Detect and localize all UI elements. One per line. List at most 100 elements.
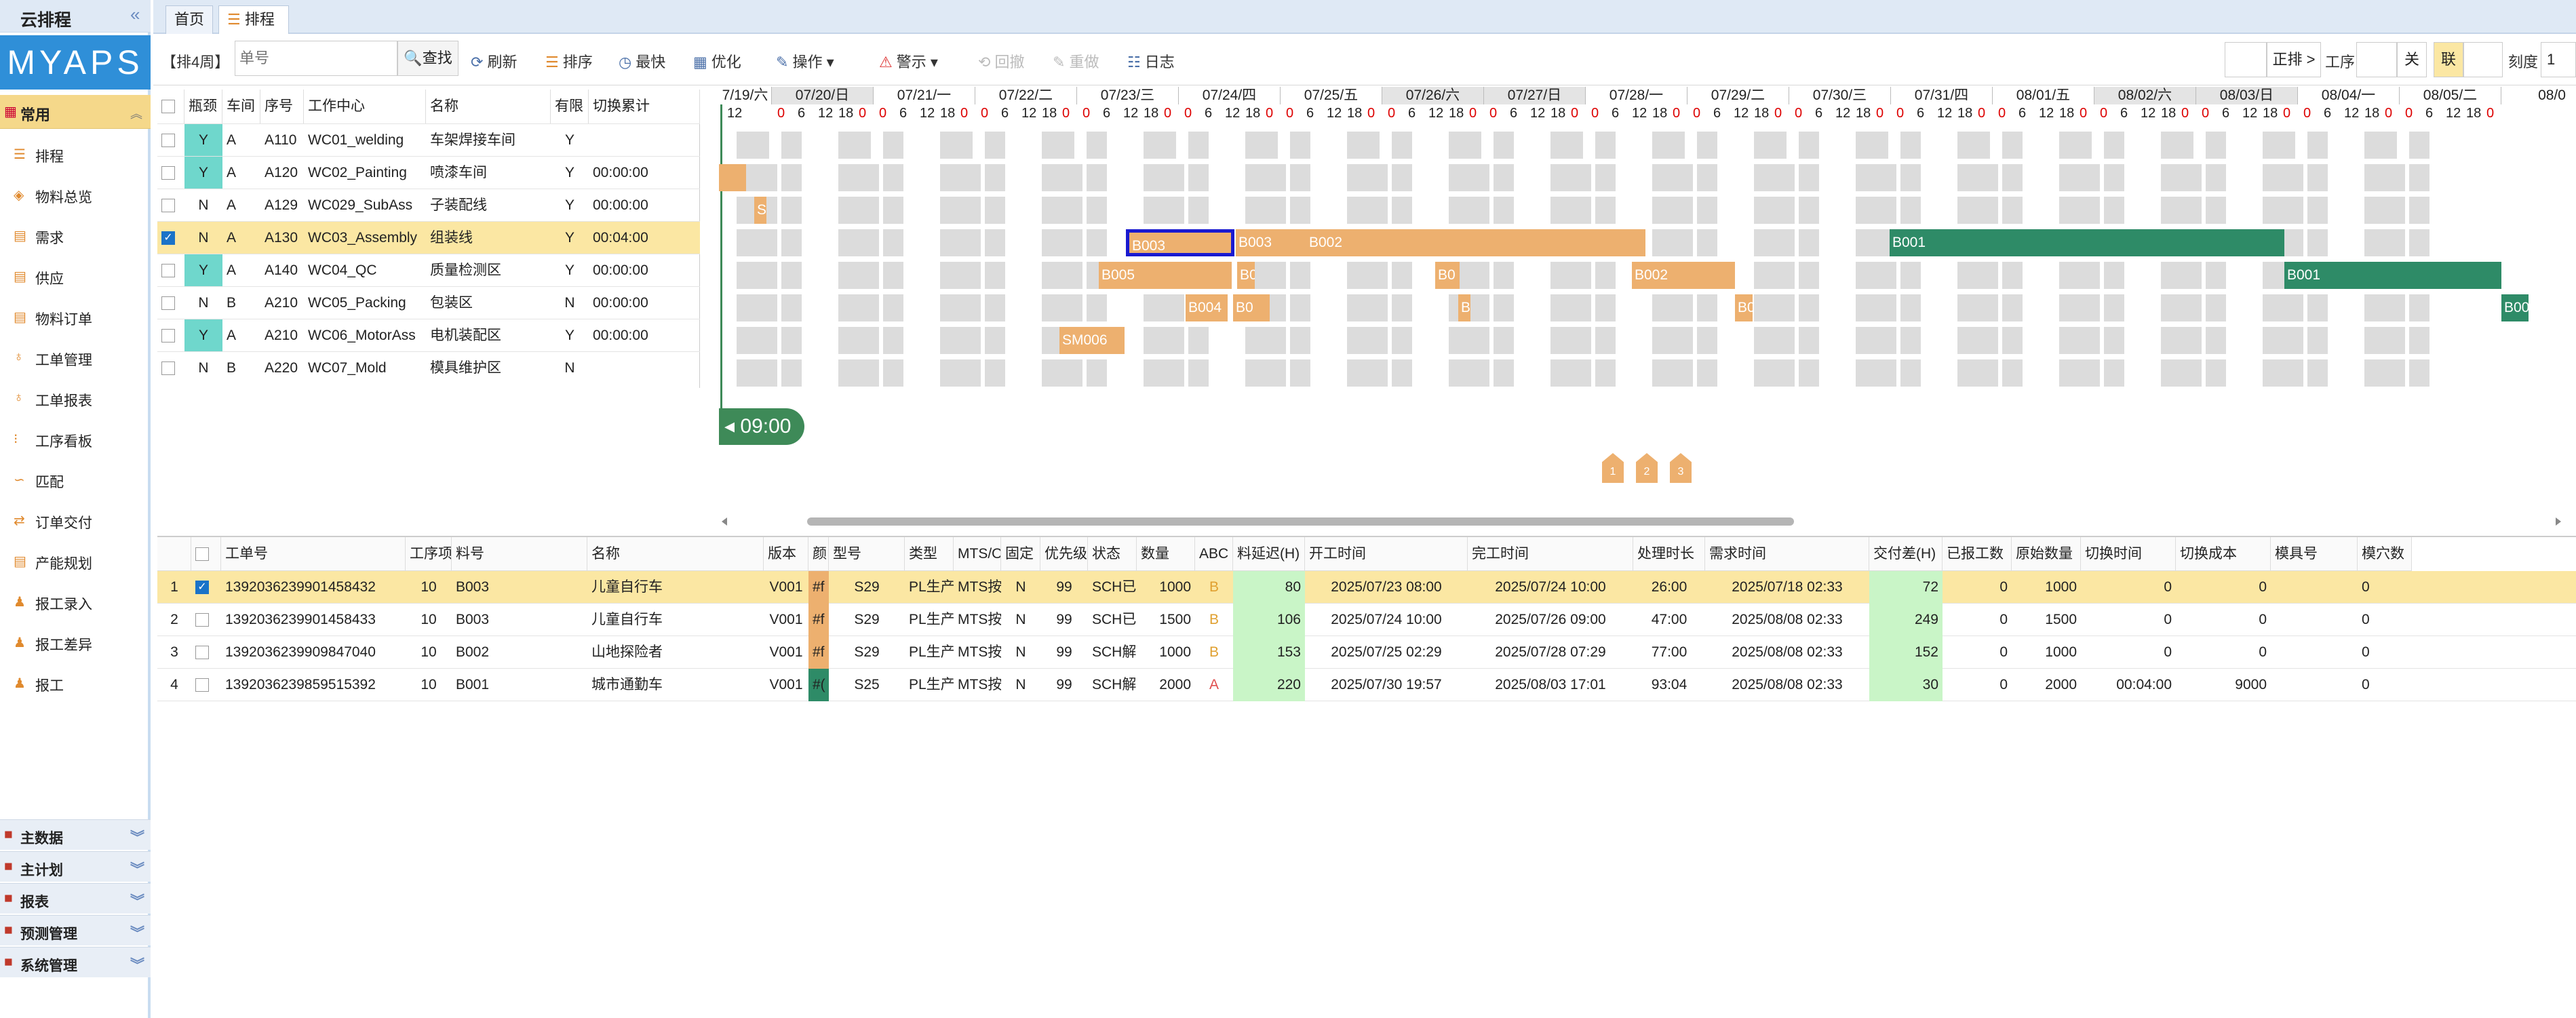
- refresh-button[interactable]: ⟳ 刷新: [471, 50, 517, 72]
- row-checkbox-cell[interactable]: ✓: [157, 222, 184, 254]
- order-header[interactable]: 交付差(H): [1869, 537, 1943, 571]
- scroll-right-icon[interactable]: [2556, 517, 2561, 526]
- order-row-checkbox[interactable]: ✓: [195, 581, 209, 595]
- tab-schedule[interactable]: ☰ 排程 ×: [218, 5, 289, 54]
- order-header[interactable]: 已报工数: [1943, 537, 2012, 571]
- select-all-checkbox-cell[interactable]: [157, 90, 184, 123]
- resource-header[interactable]: 切换累计: [589, 90, 700, 123]
- forward-schedule-button[interactable]: 正排 >: [2267, 42, 2321, 77]
- sidebar-item-12[interactable]: ♟ 报工差异: [0, 621, 151, 662]
- order-header[interactable]: 类型: [905, 537, 954, 571]
- order-cell-cb[interactable]: [191, 669, 221, 701]
- fastest-button[interactable]: ◷ 最快: [619, 50, 665, 72]
- order-header[interactable]: 数量: [1137, 537, 1195, 571]
- order-header[interactable]: 需求时间: [1705, 537, 1869, 571]
- gantt-bar[interactable]: B: [1458, 294, 1470, 321]
- row-checkbox[interactable]: [161, 134, 175, 148]
- row-checkbox[interactable]: [161, 329, 175, 343]
- order-header[interactable]: 料延迟(H): [1233, 537, 1305, 571]
- resource-header[interactable]: 名称: [426, 90, 551, 123]
- row-checkbox-cell[interactable]: [157, 189, 184, 222]
- order-row[interactable]: 1 ✓ 1392036239901458432 10 B003 儿童自行车 V001 #f S2…: [157, 571, 2576, 604]
- order-header[interactable]: 切换时间: [2081, 537, 2176, 571]
- sidebar-group-3[interactable]: ■ 预测管理 ︾: [0, 915, 151, 945]
- sidebar-item-9[interactable]: ⇄ 订单交付: [0, 499, 151, 540]
- sidebar-item-8[interactable]: ∽ 匹配: [0, 458, 151, 499]
- resource-row[interactable]: Y A A210 WC06_MotorAss 电机装配区 Y 00:00:00: [157, 319, 700, 352]
- order-header[interactable]: 完工时间: [1468, 537, 1633, 571]
- resource-header[interactable]: 序号: [260, 90, 304, 123]
- order-header[interactable]: 料号: [452, 537, 587, 571]
- sidebar-item-2[interactable]: ▤ 需求: [0, 214, 151, 255]
- resource-row[interactable]: Y A A140 WC04_QC 质量检测区 Y 00:00:00: [157, 254, 700, 287]
- gantt-bar[interactable]: B0: [1735, 294, 1753, 321]
- gantt-bar[interactable]: B003: [1126, 229, 1234, 256]
- select-all-orders-cell[interactable]: [191, 537, 221, 571]
- select-all-checkbox[interactable]: [161, 100, 175, 114]
- link-input[interactable]: [2463, 42, 2503, 77]
- gantt-scrollbar[interactable]: [719, 514, 2564, 529]
- order-row[interactable]: 2 1392036239901458433 10 B003 儿童自行车 V001 #f S29…: [157, 604, 2576, 636]
- proc-input[interactable]: [2356, 42, 2397, 77]
- row-checkbox-cell[interactable]: [157, 254, 184, 287]
- sidebar-item-10[interactable]: ▤ 产能规划: [0, 540, 151, 581]
- sidebar-item-4[interactable]: ▤ 物料订单: [0, 296, 151, 336]
- sidebar-item-6[interactable]: ♁ 工单报表: [0, 377, 151, 418]
- sidebar-group-4[interactable]: ■ 系统管理 ︾: [0, 947, 151, 977]
- redo-button[interactable]: ✎ 重做: [1053, 50, 1099, 72]
- resource-row[interactable]: Y A A120 WC02_Painting 喷漆车间 Y 00:00:00: [157, 156, 700, 189]
- order-header[interactable]: 名称: [587, 537, 764, 571]
- range-label[interactable]: 【排4周】: [161, 50, 229, 72]
- forward-value-input[interactable]: [2225, 42, 2267, 77]
- resource-header[interactable]: 瓶颈: [184, 90, 222, 123]
- order-header[interactable]: ABC: [1195, 537, 1233, 571]
- log-button[interactable]: ☷ 日志: [1127, 50, 1175, 72]
- order-header[interactable]: 开工时间: [1305, 537, 1468, 571]
- row-checkbox[interactable]: ✓: [161, 231, 175, 246]
- gantt-bar[interactable]: B004: [1186, 294, 1228, 321]
- resource-row[interactable]: Y A A110 WC01_welding 车架焊接车间 Y: [157, 123, 700, 157]
- gantt-bar[interactable]: SM006: [1059, 327, 1125, 354]
- order-row[interactable]: 4 1392036239859515392 10 B001 城市通勤车 V001 #(S25…: [157, 669, 2576, 701]
- sidebar-item-0[interactable]: ☰ 排程: [0, 133, 151, 174]
- resource-header[interactable]: 有限: [551, 90, 589, 123]
- order-header[interactable]: 状态: [1088, 537, 1137, 571]
- gantt-bar[interactable]: B0: [1233, 294, 1270, 321]
- order-header[interactable]: 优先级: [1040, 537, 1088, 571]
- sidebar-group-0[interactable]: ■ 主数据 ︾: [0, 819, 151, 850]
- resource-row[interactable]: ✓ N A A130 WC03_Assembly 组装线 Y 00:04:00: [157, 221, 700, 254]
- collapse-sidebar-icon[interactable]: «: [130, 4, 140, 25]
- order-header[interactable]: 工序项: [406, 537, 452, 571]
- optimize-button[interactable]: ▦ 优化: [693, 50, 741, 72]
- gantt-bar[interactable]: B0: [1237, 262, 1255, 289]
- row-checkbox[interactable]: [161, 361, 175, 376]
- search-input[interactable]: [235, 41, 397, 76]
- gantt-bar[interactable]: B002: [1306, 229, 1645, 256]
- select-all-orders-checkbox[interactable]: [195, 547, 209, 562]
- row-checkbox[interactable]: [161, 199, 175, 213]
- sidebar-group-common[interactable]: ▦ 常用 ︽: [0, 95, 151, 129]
- gantt-bar[interactable]: B005: [1099, 262, 1232, 289]
- row-checkbox[interactable]: [161, 264, 175, 278]
- order-header[interactable]: 模穴数: [2358, 537, 2412, 571]
- order-row-checkbox[interactable]: [195, 678, 209, 692]
- row-checkbox[interactable]: [161, 166, 175, 180]
- gantt-bar[interactable]: [719, 164, 746, 191]
- sidebar-item-11[interactable]: ♟ 报工录入: [0, 581, 151, 621]
- gantt-bar[interactable]: S: [754, 197, 766, 224]
- sidebar-item-13[interactable]: ♟ 报工: [0, 662, 151, 703]
- warn-dropdown[interactable]: ⚠ 警示 ▾: [879, 50, 938, 72]
- time-marker[interactable]: ◂ 09:00: [719, 408, 804, 445]
- order-row-checkbox[interactable]: [195, 613, 209, 627]
- row-checkbox[interactable]: [161, 296, 175, 311]
- tab-home[interactable]: 首页: [165, 5, 213, 34]
- off-button[interactable]: 关: [2397, 42, 2427, 77]
- order-row-checkbox[interactable]: [195, 646, 209, 660]
- row-checkbox-cell[interactable]: [157, 157, 184, 189]
- row-checkbox-cell[interactable]: [157, 287, 184, 319]
- order-cell-cb[interactable]: [191, 604, 221, 636]
- gantt-bar[interactable]: B001: [1890, 229, 2284, 256]
- order-header[interactable]: 型号: [829, 537, 905, 571]
- row-checkbox-cell[interactable]: [157, 352, 184, 385]
- order-cell-cb[interactable]: [191, 636, 221, 669]
